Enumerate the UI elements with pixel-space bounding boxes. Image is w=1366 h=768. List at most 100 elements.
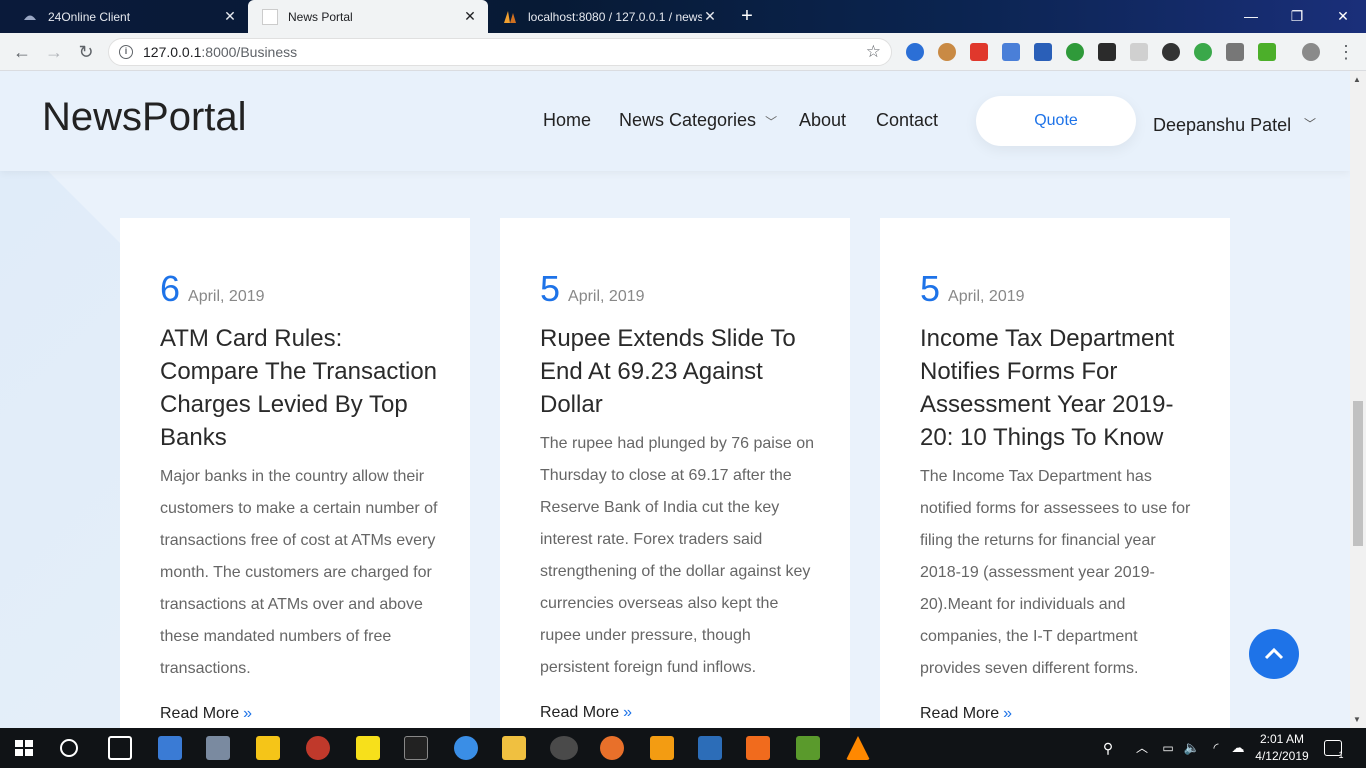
dev-app-icon[interactable] — [698, 736, 722, 760]
qbittorrent-icon[interactable] — [454, 736, 478, 760]
page-scrollbar[interactable]: ▲ ▼ — [1350, 71, 1366, 728]
people-icon[interactable]: ⚲ — [1096, 736, 1120, 760]
double-chevron-right-icon: » — [1003, 705, 1013, 722]
scrollbar-thumb[interactable] — [1353, 401, 1363, 546]
postman-icon[interactable] — [306, 736, 330, 760]
nav-home[interactable]: Home — [543, 110, 591, 131]
article-day: 5 — [920, 268, 941, 309]
profile-avatar-icon[interactable] — [1302, 43, 1320, 61]
sailboat-icon — [502, 9, 518, 25]
article-month: April, 2019 — [568, 288, 645, 305]
back-arrow-icon[interactable]: ← — [10, 40, 34, 64]
cookie-extension-icon[interactable] — [938, 43, 956, 61]
clock-time[interactable]: 2:01 AM — [1250, 732, 1314, 746]
read-more-link[interactable]: Read More» — [160, 705, 252, 723]
file-explorer-icon[interactable] — [502, 736, 526, 760]
badge-extension-icon[interactable] — [1066, 43, 1084, 61]
double-chevron-right-icon: » — [623, 704, 633, 721]
cors-extension-icon[interactable] — [1258, 43, 1276, 61]
browser-toolbar: ← → ↻ i 127.0.0.1:8000/Business ☆ ⋮ — [0, 33, 1366, 71]
windows-start-icon[interactable] — [12, 736, 36, 760]
extension-icon[interactable] — [1098, 43, 1116, 61]
address-bar[interactable]: i 127.0.0.1:8000/Business ☆ — [108, 38, 892, 66]
scroll-to-top-button[interactable] — [1249, 629, 1299, 679]
page-content: NewsPortal Home News Categories ﹀ About … — [0, 71, 1350, 728]
article-title[interactable]: Rupee Extends Slide To End At 69.23 Agai… — [540, 322, 820, 421]
article-title[interactable]: ATM Card Rules: Compare The Transaction … — [160, 322, 440, 454]
clock-date[interactable]: 4/12/2019 — [1250, 749, 1314, 763]
task-view-icon[interactable] — [108, 736, 132, 760]
sublime-text-icon[interactable] — [650, 736, 674, 760]
store-icon[interactable] — [256, 736, 280, 760]
extension-icon[interactable] — [1162, 43, 1180, 61]
quote-button[interactable]: Quote — [976, 96, 1136, 146]
user-menu[interactable]: Deepanshu Patel — [1153, 115, 1291, 136]
close-tab-icon[interactable]: ✕ — [462, 8, 478, 25]
nav-news-categories[interactable]: News Categories ﹀ — [619, 110, 777, 131]
search-circle-icon[interactable] — [60, 739, 78, 757]
read-more-link[interactable]: Read More» — [920, 705, 1012, 723]
article-excerpt: Major banks in the country allow their c… — [160, 468, 438, 677]
reload-icon[interactable]: ↻ — [74, 40, 98, 64]
drive-extension-icon[interactable] — [1226, 43, 1244, 61]
notepad-plus-icon[interactable] — [796, 736, 820, 760]
shield-extension-icon[interactable] — [970, 43, 988, 61]
new-tab-button[interactable]: + — [736, 5, 758, 27]
chevron-down-icon: ﹀ — [765, 115, 778, 129]
firefox-icon[interactable] — [600, 736, 624, 760]
globe-extension-icon[interactable] — [1194, 43, 1212, 61]
url-text: 127.0.0.1:8000/Business — [143, 44, 297, 60]
contacts-app-icon[interactable] — [158, 736, 182, 760]
ip-extension-icon[interactable] — [1034, 43, 1052, 61]
read-more-link[interactable]: Read More» — [540, 704, 632, 722]
tab-news-portal[interactable]: News Portal ✕ — [248, 0, 488, 33]
article-excerpt: The rupee had plunged by 76 paise on Thu… — [540, 435, 814, 676]
tab-phpmyadmin[interactable]: localhost:8080 / 127.0.0.1 / newsp ✕ — [488, 0, 728, 33]
maximize-button[interactable]: ❐ — [1274, 0, 1320, 32]
image-app-icon[interactable] — [206, 736, 230, 760]
wifi-icon[interactable]: ◜ — [1204, 736, 1228, 760]
volume-icon[interactable]: 🔈 — [1180, 736, 1204, 760]
article-card: 6 April, 2019 ATM Card Rules: Compare Th… — [120, 218, 470, 728]
extension-icon[interactable] — [906, 43, 924, 61]
windows-taskbar: ⚲ ︿ ▭ 🔈 ◜ ☁ 2:01 AM 4/12/2019 1 — [0, 728, 1366, 768]
scroll-up-arrow-icon[interactable]: ▲ — [1353, 75, 1361, 84]
minimize-button[interactable]: — — [1228, 0, 1274, 32]
tab-24online[interactable]: 24Online Client ✕ — [8, 0, 248, 33]
scroll-down-arrow-icon[interactable]: ▼ — [1353, 715, 1361, 724]
chevron-up-icon — [1264, 647, 1284, 660]
battery-icon[interactable]: ▭ — [1156, 736, 1180, 760]
translate-extension-icon[interactable] — [1002, 43, 1020, 61]
url-host: 127.0.0.1 — [143, 44, 202, 60]
close-tab-icon[interactable]: ✕ — [702, 8, 718, 25]
cloud-sync-icon[interactable]: ☁ — [1226, 736, 1250, 760]
pen-extension-icon[interactable] — [1130, 43, 1148, 61]
article-date: 5 April, 2019 — [540, 268, 645, 310]
vlc-icon[interactable] — [846, 736, 870, 760]
article-card: 5 April, 2019 Income Tax Department Noti… — [880, 218, 1230, 728]
site-logo[interactable]: NewsPortal — [42, 95, 247, 140]
tab-title: 24Online Client — [48, 9, 131, 24]
xampp-icon[interactable] — [746, 736, 770, 760]
article-card: 5 April, 2019 Rupee Extends Slide To End… — [500, 218, 850, 728]
bookmark-star-icon[interactable]: ☆ — [866, 42, 881, 62]
close-window-button[interactable]: ✕ — [1320, 0, 1366, 32]
article-day: 5 — [540, 268, 561, 309]
chevron-up-icon[interactable]: ︿ — [1130, 736, 1154, 760]
terminal-icon[interactable] — [404, 736, 428, 760]
close-tab-icon[interactable]: ✕ — [222, 8, 238, 25]
chevron-down-icon[interactable]: ﹀ — [1304, 115, 1316, 132]
sticky-notes-icon[interactable] — [356, 736, 380, 760]
page-icon — [262, 8, 278, 25]
browser-tab-strip: 24Online Client ✕ News Portal ✕ localhos… — [0, 0, 1366, 33]
nav-contact[interactable]: Contact — [876, 110, 938, 131]
article-title[interactable]: Income Tax Department Notifies Forms For… — [920, 322, 1200, 454]
read-more-label: Read More — [920, 705, 1000, 722]
chrome-icon[interactable] — [550, 736, 578, 760]
nav-about[interactable]: About — [799, 110, 846, 131]
cloud-icon — [22, 9, 38, 25]
menu-kebab-icon[interactable]: ⋮ — [1334, 40, 1358, 64]
info-icon[interactable]: i — [119, 45, 133, 59]
forward-arrow-icon[interactable]: → — [42, 40, 66, 64]
tab-title: localhost:8080 / 127.0.0.1 / newsp — [528, 9, 702, 24]
